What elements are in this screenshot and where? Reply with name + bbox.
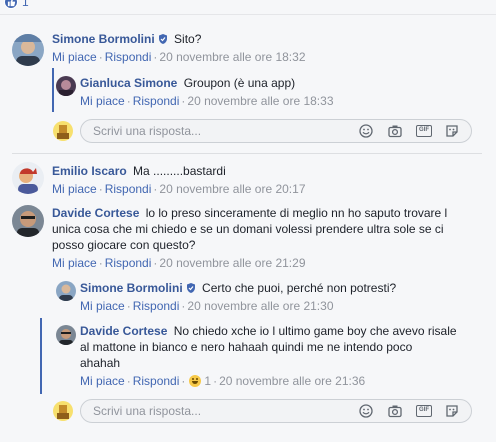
reply-text-line: al mattone in bianco e nero hahaah quind…: [80, 340, 413, 354]
reply-actions: Mi piace · Rispondi · 20 novembre alle ore 2…: [80, 298, 334, 314]
comment-text-line: posso giocare con questo?: [52, 238, 196, 252]
reply-text: Certo che puoi, perché non potresti?: [202, 281, 397, 295]
reply-link[interactable]: Rispondi: [105, 50, 152, 64]
reply-text-line: No chiedo xche io l ultimo game boy che …: [173, 324, 457, 338]
divider: [0, 14, 496, 15]
comment-text-line: unica cosa che mi chiedo e se un domani …: [52, 222, 444, 236]
like-link[interactable]: Mi piace: [52, 182, 97, 196]
comment-text: Sito?: [174, 32, 202, 46]
separator: ·: [181, 299, 186, 313]
reply-timestamp[interactable]: 20 novembre alle ore 21:30: [187, 299, 333, 313]
sticker-icon[interactable]: [445, 404, 459, 418]
comment-author[interactable]: Emilio Iscaro: [52, 164, 127, 178]
comment-reactions-bar: 1: [0, 0, 496, 14]
sticker-icon[interactable]: [445, 124, 459, 138]
avatar[interactable]: [56, 76, 76, 96]
reply-link[interactable]: Rispondi: [133, 374, 180, 388]
current-user-avatar: [53, 401, 73, 421]
thread-indicator: [40, 318, 42, 394]
avatar[interactable]: [56, 325, 76, 345]
thumbs-up-icon[interactable]: [4, 0, 18, 9]
reply-timestamp[interactable]: 20 novembre alle ore 18:33: [187, 94, 333, 108]
comment-actions: Mi piace · Rispondi · 20 novembre alle ore 2…: [52, 181, 306, 197]
like-link[interactable]: Mi piace: [52, 256, 97, 270]
shield-check-icon: [158, 32, 168, 44]
smiley-icon[interactable]: [359, 124, 373, 138]
separator: ·: [98, 256, 103, 270]
comment-body: Emilio Iscaro Ma .........bastardi: [52, 163, 226, 179]
gif-icon[interactable]: GIF: [416, 405, 432, 417]
reply-text-line: ahahah: [80, 356, 121, 370]
comment-text: Ma .........bastardi: [133, 164, 226, 178]
separator: ·: [98, 182, 103, 196]
separator: ·: [213, 374, 218, 388]
haha-reaction-icon[interactable]: [189, 375, 202, 387]
smiley-icon[interactable]: [359, 404, 373, 418]
comment-timestamp[interactable]: 20 novembre alle ore 21:29: [159, 256, 305, 270]
avatar[interactable]: [56, 281, 76, 301]
reply-link[interactable]: Rispondi: [105, 256, 152, 270]
reply-author[interactable]: Gianluca Simone: [80, 76, 177, 90]
reply-link[interactable]: Rispondi: [133, 299, 180, 313]
thread-indicator: [52, 68, 54, 112]
reply-body: Gianluca Simone Groupon (è una app): [80, 75, 295, 91]
reply-body: Simone Bormolini Certo che puoi, perché …: [80, 280, 396, 296]
reply-input[interactable]: Scrivi una risposta... GIF: [80, 399, 472, 423]
reply-actions: Mi piace · Rispondi · 1 · 20 novembre alle ore…: [80, 373, 365, 389]
reply-timestamp[interactable]: 20 novembre alle ore 21:36: [219, 374, 365, 388]
comment-text-line: lo lo preso sinceramente di meglio nn ho…: [145, 206, 448, 220]
separator: ·: [126, 299, 131, 313]
camera-icon[interactable]: [388, 404, 402, 418]
separator: ·: [153, 50, 158, 64]
reply-link[interactable]: Rispondi: [105, 182, 152, 196]
current-user-avatar: [53, 121, 73, 141]
separator: ·: [181, 94, 186, 108]
comment-author[interactable]: Simone Bormolini: [52, 32, 155, 46]
separator: ·: [98, 50, 103, 64]
reply-link[interactable]: Rispondi: [133, 94, 180, 108]
like-link[interactable]: Mi piace: [80, 374, 125, 388]
reply-body: Davide Cortese No chiedo xche io l ultim…: [80, 323, 457, 339]
reply-actions: Mi piace · Rispondi · 20 novembre alle ore 1…: [80, 93, 334, 109]
separator: ·: [181, 374, 186, 388]
reaction-count[interactable]: 1: [204, 374, 211, 388]
camera-icon[interactable]: [388, 124, 402, 138]
avatar[interactable]: [12, 205, 44, 237]
like-link[interactable]: Mi piace: [52, 50, 97, 64]
reply-input-placeholder: Scrivi una risposta...: [93, 404, 202, 418]
avatar[interactable]: [12, 162, 44, 194]
like-link[interactable]: Mi piace: [80, 299, 125, 313]
comment-body: Davide Cortese lo lo preso sinceramente …: [52, 205, 447, 221]
separator: ·: [126, 94, 131, 108]
separator: ·: [153, 182, 158, 196]
separator: ·: [126, 374, 131, 388]
divider: [12, 153, 482, 154]
comment-actions: Mi piace · Rispondi · 20 novembre alle ore 2…: [52, 255, 306, 271]
like-link[interactable]: Mi piace: [80, 94, 125, 108]
separator: ·: [153, 256, 158, 270]
comment-timestamp[interactable]: 20 novembre alle ore 20:17: [159, 182, 305, 196]
reply-input-placeholder: Scrivi una risposta...: [93, 124, 202, 138]
reply-text: Groupon (è una app): [183, 76, 296, 90]
comment-timestamp[interactable]: 20 novembre alle ore 18:32: [159, 50, 305, 64]
comment-body: Simone Bormolini Sito?: [52, 31, 201, 47]
like-count[interactable]: 1: [22, 0, 29, 9]
gif-icon[interactable]: GIF: [416, 125, 432, 137]
reply-input[interactable]: Scrivi una risposta... GIF: [80, 119, 472, 143]
reply-author[interactable]: Simone Bormolini: [80, 281, 183, 295]
reply-author[interactable]: Davide Cortese: [80, 324, 167, 338]
comment-author[interactable]: Davide Cortese: [52, 206, 139, 220]
comment-actions: Mi piace · Rispondi · 20 novembre alle ore 1…: [52, 49, 306, 65]
shield-check-icon: [186, 281, 196, 293]
avatar[interactable]: [12, 34, 44, 66]
